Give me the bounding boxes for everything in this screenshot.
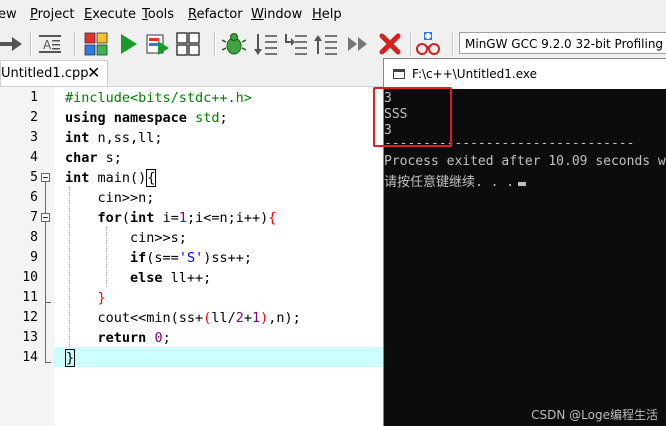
continue-icon[interactable] [346,32,370,56]
line-number: 6 [30,190,38,205]
compiler-select[interactable]: MinGW GCC 9.2.0 32-bit Profiling [459,32,666,54]
rebuild-all-icon[interactable] [176,32,200,56]
console-title-bar[interactable]: F:\c++\Untitled1.exe [383,58,666,89]
menu-refactor[interactable]: Refactor [188,7,243,22]
step-out-icon[interactable] [314,32,338,56]
code-line: int n,ss,ll; [65,130,163,146]
console-cursor [518,182,527,186]
menu-execute[interactable]: Execute [84,7,136,22]
code-line: } [97,290,106,306]
tab-label: Untitled1.cpp [1,66,89,81]
compile-icon[interactable] [84,32,108,56]
menu-bar: ew Project Execute Tools Refactor Window… [0,0,666,30]
menu-project[interactable]: Project [30,7,75,22]
line-number: 5 [30,170,38,185]
toolbar: A MinGW GCC 9.2.0 32-bit Profiling [0,30,666,58]
output-highlight-box [373,87,452,147]
console-window-icon [393,69,405,79]
console-title: F:\c++\Untitled1.exe [412,67,538,81]
toolbar-separator [74,32,76,56]
line-number: 12 [22,310,38,325]
menu-view[interactable]: ew [0,7,17,22]
step-over-icon[interactable] [254,32,278,56]
code-line: char s; [65,150,122,166]
console-line: Process exited after 10.09 seconds with … [384,154,666,169]
code-line: cin>>n; [65,190,155,206]
code-line: cin>>s; [65,230,187,246]
console-prompt: 请按任意键继续. . . [384,171,527,190]
fold-toggle-main[interactable] [41,173,50,182]
tab-untitled1[interactable]: Untitled1.cpp ✕ [0,60,108,86]
line-number: 9 [30,250,38,265]
line-number: 7 [30,210,38,225]
menu-tools[interactable]: Tools [142,7,174,22]
code-line: cout<<min(ss+(ll/2+1),n); [65,310,301,326]
code-line: for(int i=1;i<=n;i++){ [97,210,277,226]
line-number: 4 [30,150,38,165]
svg-text:A: A [43,38,52,52]
fold-end [45,302,51,303]
fold-end [45,362,51,363]
line-number: 13 [22,330,38,345]
line-number: 14 [22,350,38,365]
arrow-right-icon[interactable] [0,32,24,56]
line-number: 10 [22,270,38,285]
line-number: 11 [22,290,38,305]
add-watch-icon[interactable] [416,32,440,56]
toolbar-separator [410,32,412,56]
toolbar-separator [214,32,216,56]
code-line: } [65,349,76,367]
format-code-icon[interactable]: A [38,32,62,56]
code-line: return 0; [97,330,171,346]
debug-bug-icon[interactable] [222,32,246,56]
run-icon[interactable] [116,32,140,56]
fold-toggle-for[interactable] [41,213,50,222]
toolbar-separator [452,32,454,56]
code-line: int main(){ [65,169,157,187]
line-number-gutter: 1 2 3 4 5 6 7 8 9 10 11 12 13 14 [0,87,54,426]
toolbar-separator [30,32,32,56]
code-line: if(s=='S')ss++; [130,250,252,266]
line-number: 2 [30,110,38,125]
close-tab-icon[interactable]: ✕ [87,63,100,82]
current-line-highlight [54,347,384,367]
fold-line [45,222,46,302]
menu-window[interactable]: Window [251,7,302,22]
stop-execution-icon[interactable] [378,32,402,56]
compile-run-icon[interactable] [146,32,170,56]
code-line: using namespace std; [65,110,228,126]
step-into-icon[interactable] [284,32,308,56]
line-number: 8 [30,230,38,245]
menu-help[interactable]: Help [312,7,342,22]
line-number: 3 [30,130,38,145]
line-number: 1 [30,90,38,105]
code-line: #include<bits/stdc++.h> [65,90,252,106]
code-line: else ll++; [130,270,212,286]
watermark: CSDN @Loge编程生活 [531,408,658,422]
